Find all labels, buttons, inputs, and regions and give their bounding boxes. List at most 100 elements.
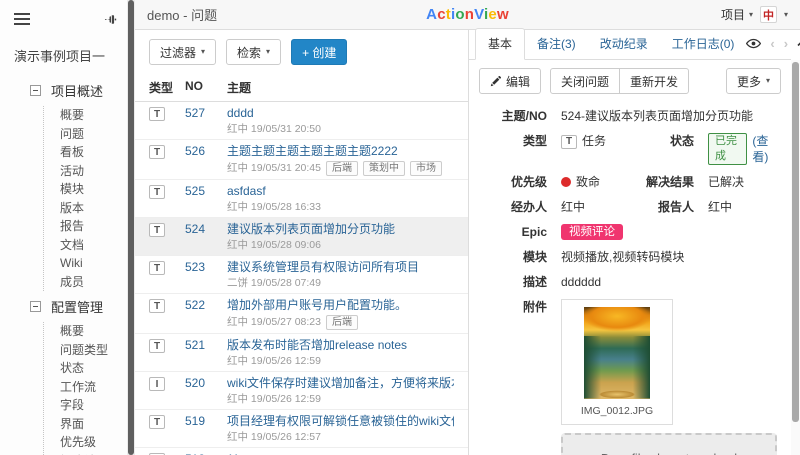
sidebar-item-activity[interactable]: 活动: [44, 162, 127, 181]
sidebar-section-config: 配置管理 概要 问题类型 状态 工作流 字段 界面 优先级 解决结果 角色权限 …: [0, 291, 127, 455]
priority-value: 致命: [576, 175, 601, 189]
issue-title-link[interactable]: 建议系统管理员有权限访问所有项目: [227, 260, 454, 275]
issue-title-link[interactable]: dddd: [227, 106, 454, 121]
tab-comments[interactable]: 备注(3): [525, 29, 588, 59]
resolution-label: 解决结果: [645, 175, 694, 189]
column-subject: 主题: [227, 81, 252, 95]
issue-title-link[interactable]: 增加外部用户账号用户配置功能。: [227, 298, 454, 313]
issue-no-link[interactable]: 527: [185, 106, 227, 121]
issue-no-link[interactable]: 519: [185, 414, 227, 429]
file-dropzone[interactable]: Drop files here to upload: [561, 433, 777, 455]
section-label: 配置管理: [51, 300, 104, 315]
issue-no-link[interactable]: 525: [185, 184, 227, 199]
issue-row[interactable]: T 519 项目经理有权限可解锁任意被锁住的wiki文件 红中 19/05/26…: [135, 410, 468, 448]
sidebar-scrollbar[interactable]: [127, 0, 135, 455]
issue-type-badge: T: [149, 339, 165, 353]
prev-issue-icon[interactable]: ‹: [770, 37, 774, 50]
sidebar-item-versions[interactable]: 版本: [44, 199, 127, 218]
sidebar-item-priorities[interactable]: 优先级: [44, 433, 127, 452]
sidebar-item-config-overview[interactable]: 概要: [44, 322, 127, 341]
description-value: dddddd: [561, 275, 602, 289]
label-tag: 后端: [325, 161, 358, 176]
issue-meta: 红中 19/05/28 16:33: [227, 201, 321, 213]
issue-title-link[interactable]: 版本发布时能否增加release notes: [227, 338, 454, 353]
logo-letter: w: [496, 6, 509, 23]
sidebar-item-documents[interactable]: 文档: [44, 236, 127, 255]
view-workflow-link[interactable]: (查看): [752, 133, 777, 165]
tab-worklog[interactable]: 工作日志(0): [660, 29, 747, 59]
issue-title-link[interactable]: 主题主题主题主题主题主题2222: [227, 144, 454, 159]
tab-basic[interactable]: 基本: [475, 28, 526, 60]
sidebar-item-wiki[interactable]: Wiki: [44, 254, 127, 273]
attachment-thumbnail-image[interactable]: [584, 307, 650, 399]
issue-no-link[interactable]: 521: [185, 338, 227, 353]
pin-sidebar-icon[interactable]: [104, 13, 117, 26]
watch-eye-icon[interactable]: [746, 38, 762, 49]
issue-meta: 红中 19/05/28 09:06: [227, 239, 321, 251]
issue-title-link[interactable]: asfdasf: [227, 184, 454, 199]
detail-scrollbar[interactable]: [791, 60, 800, 455]
issue-no-link[interactable]: 523: [185, 260, 227, 275]
issue-row[interactable]: T 522 增加外部用户账号用户配置功能。 红中 19/05/27 08:23 后…: [135, 294, 468, 334]
section-header-project-overview[interactable]: 项目概述: [0, 75, 127, 106]
search-button[interactable]: 检索 ▾: [226, 39, 282, 65]
issue-no-link[interactable]: 524: [185, 222, 227, 237]
issue-title-link[interactable]: 建议版本列表页面增加分页功能: [227, 222, 454, 237]
issue-row[interactable]: I 520 wiki文件保存时建议增加备注，方便将来版本查看 红中 19/05/…: [135, 372, 468, 410]
column-no: NO: [185, 79, 203, 93]
sidebar-item-issue-types[interactable]: 问题类型: [44, 341, 127, 360]
issue-row[interactable]: T 521 版本发布时能否增加release notes 红中 19/05/26…: [135, 334, 468, 372]
sidebar-section-project-overview: 项目概述 概要 问题 看板 活动 模块 版本 报告 文档 Wiki 成员: [0, 75, 127, 291]
issue-title-link[interactable]: 项目经理有权限可解锁任意被锁住的wiki文件: [227, 414, 454, 429]
logo-letter: V: [474, 6, 485, 23]
tab-history[interactable]: 改动纪录: [588, 29, 660, 59]
sidebar-item-issues[interactable]: 问题: [44, 125, 127, 144]
sidebar-scrollbar-thumb[interactable]: [128, 0, 134, 455]
sidebar-item-modules[interactable]: 模块: [44, 180, 127, 199]
sidebar-item-screens[interactable]: 界面: [44, 415, 127, 434]
sidebar-item-states[interactable]: 状态: [44, 359, 127, 378]
reopen-button[interactable]: 重新开发: [619, 68, 690, 94]
sidebar-item-members[interactable]: 成员: [44, 273, 127, 292]
logo-letter: A: [426, 6, 438, 23]
user-avatar[interactable]: 中: [759, 6, 777, 23]
sidebar-item-kanban[interactable]: 看板: [44, 143, 127, 162]
content-area: 过滤器 ▾ 检索 ▾ + 创建 类型 NO 主题 T 527 dddd 红中 19/…: [135, 28, 800, 455]
issue-row[interactable]: T 523 建议系统管理员有权限访问所有项目 二饼 19/05/28 07:49: [135, 256, 468, 294]
issue-no-link[interactable]: 526: [185, 144, 227, 159]
more-button[interactable]: 更多 ▾: [725, 68, 781, 94]
caret-down-icon: ▾: [765, 76, 770, 85]
issue-row[interactable]: T 527 dddd 红中 19/05/31 20:50: [135, 102, 468, 140]
reporter-label: 报告人: [657, 200, 694, 214]
user-menu-caret-icon[interactable]: ▾: [784, 10, 788, 19]
filter-button[interactable]: 过滤器 ▾: [149, 39, 217, 65]
issue-row-selected[interactable]: T 524 建议版本列表页面增加分页功能 红中 19/05/28 09:06: [135, 218, 468, 256]
project-menu[interactable]: 项目 ▾: [721, 6, 753, 23]
section-header-config[interactable]: 配置管理: [0, 291, 127, 322]
sidebar-item-overview[interactable]: 概要: [44, 106, 127, 125]
issue-row[interactable]: B 518 11 红中 19/05/25 09:02市场rrrr: [135, 448, 468, 455]
issue-row[interactable]: T 525 asfdasf 红中 19/05/28 16:33: [135, 180, 468, 218]
project-name: 演示事例项目一: [14, 49, 106, 64]
create-button[interactable]: + 创建: [291, 39, 348, 65]
issue-meta: 红中 19/05/27 08:23 后端: [227, 315, 454, 330]
edit-button[interactable]: 编辑: [479, 68, 542, 94]
issue-detail-panel: 基本 备注(3) 改动纪录 工作日志(0) ‹ › × 编辑: [469, 28, 800, 455]
menu-toggle-icon[interactable]: [14, 10, 30, 28]
sidebar-item-reports[interactable]: 报告: [44, 217, 127, 236]
reporter-value: 红中: [708, 200, 733, 214]
issue-no-link[interactable]: 520: [185, 376, 227, 391]
assignee-value: 红中: [561, 200, 586, 214]
next-issue-icon[interactable]: ›: [784, 37, 788, 50]
sidebar-item-fields[interactable]: 字段: [44, 396, 127, 415]
detail-scrollbar-thumb[interactable]: [792, 62, 799, 422]
attachment-card[interactable]: IMG_0012.JPG: [561, 299, 673, 425]
issue-no-link[interactable]: 522: [185, 298, 227, 313]
issue-title-link[interactable]: wiki文件保存时建议增加备注，方便将来版本查看: [227, 376, 454, 391]
issue-row[interactable]: T 526 主题主题主题主题主题主题2222 红中 19/05/31 20:45…: [135, 140, 468, 180]
section-label: 项目概述: [51, 84, 104, 99]
sidebar-item-resolutions[interactable]: 解决结果: [44, 452, 127, 455]
logo-letter: o: [455, 6, 465, 23]
sidebar-item-workflows[interactable]: 工作流: [44, 378, 127, 397]
close-issue-button[interactable]: 关闭问题: [550, 68, 621, 94]
